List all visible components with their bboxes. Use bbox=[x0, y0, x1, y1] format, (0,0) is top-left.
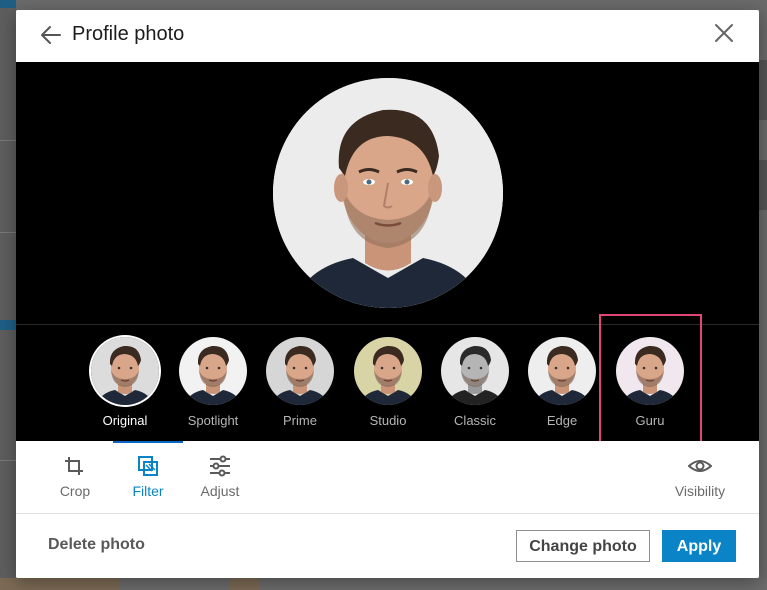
sliders-icon bbox=[210, 455, 230, 477]
dialog-footer: Delete photo Change photo Apply bbox=[16, 514, 759, 578]
visibility-button[interactable]: Visibility bbox=[667, 455, 733, 505]
crop-icon bbox=[65, 457, 83, 475]
filter-prime[interactable]: Prime bbox=[264, 337, 336, 437]
filter-label: Classic bbox=[454, 413, 496, 428]
background-page-edge-right bbox=[759, 0, 767, 590]
tab-filter-label: Filter bbox=[132, 483, 164, 499]
filter-label: Original bbox=[102, 413, 148, 428]
tab-adjust[interactable]: Adjust bbox=[188, 455, 252, 505]
background-page-edge-bottom bbox=[0, 578, 767, 590]
back-arrow-icon[interactable] bbox=[38, 22, 64, 48]
filter-original[interactable]: Original bbox=[89, 337, 161, 437]
filter-classic[interactable]: Classic bbox=[439, 337, 511, 437]
dialog-title: Profile photo bbox=[72, 23, 185, 45]
filter-edge[interactable]: Edge bbox=[526, 337, 598, 437]
filter-studio[interactable]: Studio bbox=[352, 337, 424, 437]
change-photo-button[interactable]: Change photo bbox=[516, 530, 650, 562]
active-tab-indicator bbox=[113, 441, 183, 443]
apply-button[interactable]: Apply bbox=[662, 530, 736, 562]
filter-label: Edge bbox=[546, 413, 578, 428]
profile-photo-dialog: Profile photo Original Spotlight Prime S… bbox=[16, 10, 759, 578]
filter-thumbnail bbox=[354, 337, 422, 405]
filter-thumbnail bbox=[266, 337, 334, 405]
filter-icon bbox=[138, 456, 158, 476]
close-icon[interactable] bbox=[713, 22, 735, 44]
photo-stage bbox=[16, 62, 759, 324]
profile-photo-preview bbox=[273, 78, 503, 308]
filter-thumbnail bbox=[441, 337, 509, 405]
filter-label: Prime bbox=[283, 413, 317, 428]
filter-label: Studio bbox=[369, 413, 407, 428]
tab-filter[interactable]: Filter bbox=[116, 455, 180, 505]
tab-crop-label: Crop bbox=[59, 483, 91, 499]
filter-label: Spotlight bbox=[187, 413, 239, 428]
filter-thumbnail bbox=[179, 337, 247, 405]
guru-highlight-box bbox=[599, 314, 702, 449]
tab-crop[interactable]: Crop bbox=[43, 455, 107, 505]
eye-icon bbox=[688, 460, 712, 472]
visibility-label: Visibility bbox=[674, 483, 726, 499]
delete-photo-button[interactable]: Delete photo bbox=[48, 536, 145, 554]
filter-thumbnail bbox=[91, 337, 159, 405]
edit-toolbar: Crop Filter Adjust Visibility bbox=[16, 441, 759, 513]
tab-adjust-label: Adjust bbox=[200, 483, 240, 499]
filter-thumbnail bbox=[528, 337, 596, 405]
background-page-edge-left bbox=[0, 0, 16, 590]
dialog-header: Profile photo bbox=[16, 10, 759, 62]
filter-spotlight[interactable]: Spotlight bbox=[177, 337, 249, 437]
